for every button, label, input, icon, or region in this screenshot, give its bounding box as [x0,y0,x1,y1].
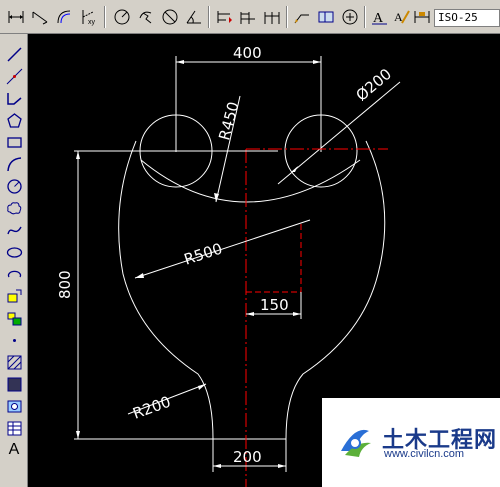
dim-edit-icon[interactable]: A [370,7,390,27]
dim-text-edit-icon[interactable]: A [392,7,412,27]
point-icon[interactable] [4,330,24,350]
dim-800-text: 800 [56,270,74,299]
circle-icon[interactable] [4,176,24,196]
ellipse-icon[interactable] [4,242,24,262]
gradient-icon[interactable] [4,374,24,394]
dim-arc-icon[interactable] [54,7,74,27]
watermark-url: www.civilcn.com [384,448,465,460]
table-icon[interactable] [4,418,24,438]
region-icon[interactable] [4,396,24,416]
construction-line-icon[interactable] [4,66,24,86]
toolbar-separator [104,6,106,28]
dim-angular-icon[interactable] [184,7,204,27]
civilcn-logo-icon [341,429,371,457]
dim-radius-icon[interactable] [112,7,132,27]
toolbar-separator [364,6,366,28]
dim-150-text: 150 [260,296,289,314]
toolbar-separator [208,6,210,28]
dim-200-bottom: 200 [212,439,287,472]
revision-cloud-icon[interactable] [4,198,24,218]
dim-diameter-icon[interactable] [160,7,180,27]
dim-400: 400 [175,44,322,152]
draw-toolbar: A [0,34,28,487]
dim-jogged-icon[interactable] [136,7,156,27]
dim-ordinate-icon[interactable]: xy [78,7,98,27]
dim-r450: R450 [214,95,243,203]
site-watermark: 土木工程网 www.civilcn.com [322,398,500,487]
toolbar-separator [286,6,288,28]
dim-quick-icon[interactable] [214,7,234,27]
dimension-toolbar: xy A A ISO-25 [0,0,500,34]
spline-icon[interactable] [4,220,24,240]
dim-aligned-icon[interactable] [30,7,50,27]
insert-block-icon[interactable] [4,286,24,306]
rectangle-icon[interactable] [4,132,24,152]
hatch-icon[interactable] [4,352,24,372]
dim-r500: R500 [134,219,311,279]
dim-r450-text: R450 [215,100,242,142]
polyline-icon[interactable] [4,88,24,108]
multiline-text-icon[interactable]: A [4,440,24,460]
dim-150: 150 [246,292,302,319]
center-mark-icon[interactable] [340,7,360,27]
dim-baseline-icon[interactable] [238,7,258,27]
dim-diameter-text: Ø200 [353,65,396,105]
dim-r200: R200 [127,383,207,423]
dim-400-text: 400 [233,44,262,62]
polygon-icon[interactable] [4,110,24,130]
dim-200-text: 200 [233,448,262,466]
top-arc [140,159,361,203]
dim-linear-icon[interactable] [6,7,26,27]
make-block-icon[interactable] [4,308,24,328]
arc-icon[interactable] [4,154,24,174]
multiline-text-label: A [8,441,20,458]
svg-text:xy: xy [88,19,96,26]
line-icon[interactable] [4,44,24,64]
dim-continue-icon[interactable] [262,7,282,27]
dim-r200-text: R200 [130,393,173,423]
dim-update-icon[interactable] [412,7,432,27]
tolerance-icon[interactable] [316,7,336,27]
dim-style-select[interactable]: ISO-25 [434,9,500,27]
dim-leader-icon[interactable] [292,7,312,27]
ellipse-arc-icon[interactable] [4,264,24,284]
dim-r500-text: R500 [182,239,225,268]
